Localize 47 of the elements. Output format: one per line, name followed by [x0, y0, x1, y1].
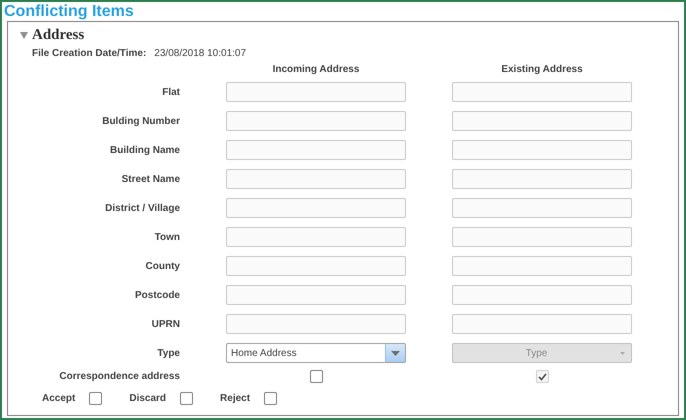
- text-field[interactable]: [226, 256, 406, 276]
- field-label: File Creation Date/Time:: [32, 47, 146, 61]
- caret-icon: [391, 350, 400, 356]
- text-field[interactable]: [226, 285, 406, 305]
- text-field[interactable]: [226, 169, 406, 189]
- text-field[interactable]: [452, 82, 632, 102]
- text-field[interactable]: [452, 140, 632, 160]
- checkbox[interactable]: [264, 392, 278, 405]
- field-label: UPRN: [152, 318, 180, 332]
- text-field[interactable]: [452, 285, 632, 305]
- collapse-triangle-icon[interactable]: [20, 32, 28, 38]
- type-dropdown[interactable]: Home Address: [226, 343, 406, 363]
- section-title: Address: [32, 26, 84, 44]
- field-label: Postcode: [134, 288, 180, 302]
- option-label: Discard: [129, 392, 166, 406]
- text-field[interactable]: [226, 227, 406, 247]
- text-field[interactable]: [452, 169, 632, 189]
- option-label: Accept: [42, 392, 76, 406]
- checkmark-icon: [538, 372, 546, 380]
- text-field[interactable]: [226, 198, 406, 218]
- caret-icon: [620, 352, 625, 354]
- text-field[interactable]: [226, 314, 406, 334]
- field-label: District / Village: [105, 202, 180, 216]
- field-label: Flat: [162, 86, 180, 100]
- text-field[interactable]: [226, 82, 406, 102]
- field-label: Street Name: [122, 172, 180, 186]
- checkbox[interactable]: [180, 392, 194, 405]
- field-label: County: [146, 260, 180, 274]
- text-field[interactable]: [452, 198, 632, 218]
- text-field[interactable]: [452, 111, 632, 131]
- text-field[interactable]: [226, 140, 406, 160]
- column-header: Incoming Address: [272, 63, 360, 77]
- text-field[interactable]: [452, 314, 632, 334]
- option-label: Reject: [220, 392, 250, 406]
- text-field[interactable]: [226, 111, 406, 131]
- field-label: Building Name: [110, 144, 180, 158]
- checkbox[interactable]: [310, 370, 322, 383]
- text-field[interactable]: [452, 256, 632, 276]
- field-label: Town: [154, 230, 180, 244]
- column-header: Existing Address: [501, 63, 583, 77]
- field-label: Correspondence address: [59, 370, 180, 384]
- checkbox[interactable]: [89, 392, 102, 405]
- timestamp: 23/08/2018 10:01:07: [154, 47, 246, 61]
- field-label: Type: [157, 346, 180, 360]
- text-field[interactable]: [452, 227, 632, 247]
- page-title: Conflicting Items: [3, 2, 135, 21]
- field-label: Bulding Number: [102, 114, 180, 128]
